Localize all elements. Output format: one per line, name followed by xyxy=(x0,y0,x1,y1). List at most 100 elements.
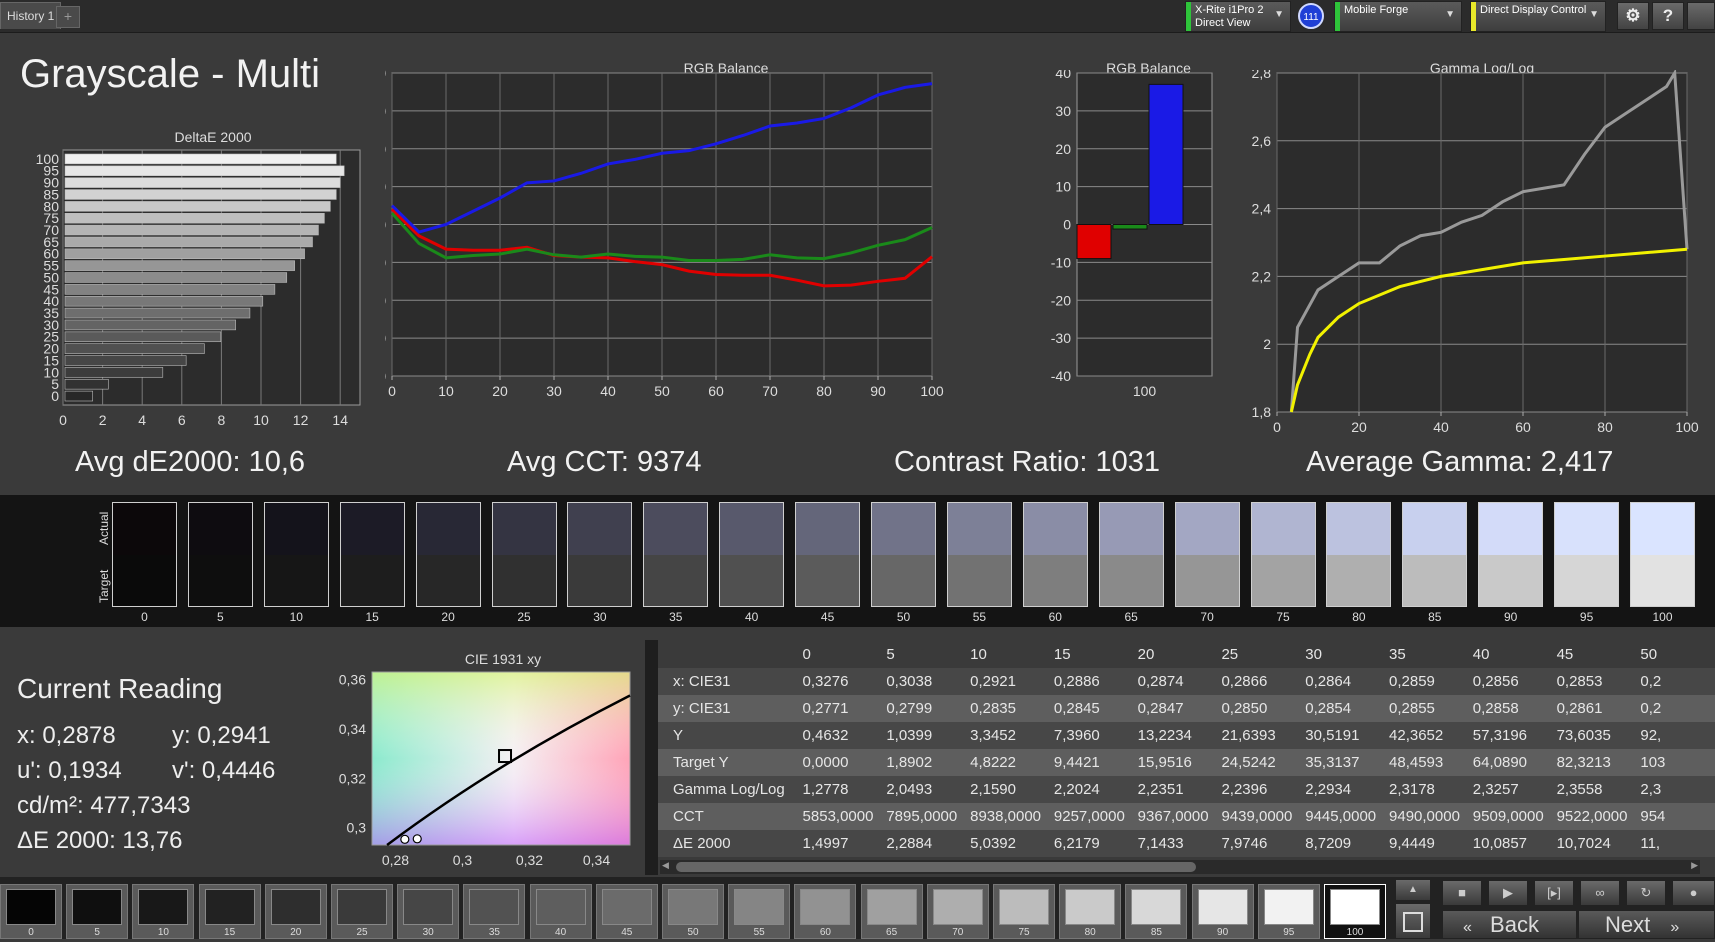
patch-color xyxy=(932,889,983,925)
table-horizontal-scrollbar[interactable]: ◀ ▶ xyxy=(660,860,1700,874)
patch-button-95[interactable]: 95 xyxy=(1257,884,1320,939)
header-cell: 25 xyxy=(1221,640,1306,668)
scroll-left-icon[interactable]: ◀ xyxy=(662,860,669,871)
x-tick-label: 0,3 xyxy=(453,852,473,868)
display-control-dropdown[interactable]: Direct Display Control ▼ xyxy=(1470,1,1606,32)
swatch-30 xyxy=(567,502,633,607)
patch-label: 55 xyxy=(753,927,765,938)
header-cell: 10 xyxy=(970,640,1054,668)
row-label: Target Y xyxy=(658,749,803,776)
table-row: ΔE 2000 1,4997 2,2884 5,0392 6,2179 7,1433 7,9… xyxy=(658,830,1715,857)
swatch-40 xyxy=(719,502,785,607)
badge-111[interactable]: 111 xyxy=(1298,3,1324,29)
patch-button-70[interactable]: 70 xyxy=(926,884,989,939)
patch-button-0[interactable]: 0 xyxy=(0,884,62,939)
more-button[interactable] xyxy=(1687,2,1715,30)
table-cell: 30,5191 xyxy=(1305,722,1390,749)
cie-xy-chart: 0,28 0,3 0,32 0,34 0,36 0,34 0,32 0,3 xyxy=(339,671,631,868)
help-button[interactable]: ? xyxy=(1652,2,1684,30)
swatch-label: 30 xyxy=(593,610,607,624)
patch-button-90[interactable]: 90 xyxy=(1191,884,1254,939)
patch-button-85[interactable]: 85 xyxy=(1125,884,1188,939)
table-cell: 9257,0000 xyxy=(1053,803,1138,830)
scrollbar-thumb[interactable] xyxy=(676,862,1196,872)
patch-button-80[interactable]: 80 xyxy=(1059,884,1122,939)
patch-button-45[interactable]: 45 xyxy=(595,884,658,939)
y-tick-label: 0,32 xyxy=(339,770,366,786)
patch-color xyxy=(403,889,454,925)
patch-button-15[interactable]: 15 xyxy=(198,884,261,939)
table-cell: 0,2861 xyxy=(1556,695,1641,722)
next-button[interactable]: Next » xyxy=(1578,910,1715,939)
x-tick-label: 50 xyxy=(654,383,670,399)
blue-bar xyxy=(1148,83,1184,225)
y-tick-label: 10 xyxy=(1055,179,1071,195)
patch-button-30[interactable]: 30 xyxy=(397,884,460,939)
loop-button[interactable]: ∞ xyxy=(1580,880,1620,906)
x-tick-label: 0 xyxy=(388,383,396,399)
patch-button-25[interactable]: 25 xyxy=(331,884,393,939)
tab-history-1[interactable]: History 1 xyxy=(0,2,62,29)
patch-color xyxy=(1065,889,1116,925)
patch-label: 75 xyxy=(1018,927,1030,938)
table-row: Y 0,4632 1,0399 3,3452 7,3960 13,2234 21,6393 3… xyxy=(658,722,1715,749)
y-tick-label: 0,3 xyxy=(347,820,367,836)
patch-button-65[interactable]: 65 xyxy=(860,884,923,939)
target-color xyxy=(416,554,480,606)
patch-label: 35 xyxy=(488,927,500,938)
patch-button-40[interactable]: 40 xyxy=(529,884,592,939)
target-color xyxy=(644,554,708,606)
deltae-chart: 0 2 4 6 8 10 12 1405101520253035404550556065707… xyxy=(36,149,361,428)
target-color xyxy=(796,554,860,606)
swatch-label: 65 xyxy=(1124,610,1138,624)
y-tick-label: 0,34 xyxy=(339,721,366,737)
y-tick-label: 2,4 xyxy=(1252,201,1272,217)
swatch-label: 5 xyxy=(217,610,224,624)
settings-button[interactable]: ⚙ xyxy=(1617,2,1649,30)
stop-button[interactable]: ■ xyxy=(1442,880,1482,906)
add-tab-button[interactable]: + xyxy=(56,6,80,28)
red-bar xyxy=(1076,224,1112,260)
patch-button-75[interactable]: 75 xyxy=(993,884,1055,939)
patch-button-100[interactable]: 100 xyxy=(1324,884,1386,939)
target-color xyxy=(720,554,784,606)
actual-color xyxy=(1631,503,1694,555)
scroll-up-button[interactable]: ▲ xyxy=(1395,879,1431,901)
patch-button-5[interactable]: 5 xyxy=(66,884,129,939)
patch-button-50[interactable]: 50 xyxy=(662,884,724,939)
table-cell: 9367,0000 xyxy=(1137,803,1222,830)
refresh-button[interactable]: ↻ xyxy=(1626,880,1666,906)
x-tick-label: 30 xyxy=(546,383,562,399)
patch-color xyxy=(270,889,321,925)
current-reading-title: Current Reading xyxy=(17,673,223,704)
patch-button-20[interactable]: 20 xyxy=(264,884,327,939)
patch-button-55[interactable]: 55 xyxy=(728,884,791,939)
header-cell: 20 xyxy=(1137,640,1222,668)
measure-stop-button[interactable] xyxy=(1395,903,1431,939)
back-button[interactable]: « Back xyxy=(1442,910,1577,939)
play-button[interactable]: ▶ xyxy=(1488,880,1528,906)
row-label: ΔE 2000 xyxy=(658,830,803,857)
y-tick-label: 30 xyxy=(385,103,386,119)
swatch-80 xyxy=(1326,502,1392,607)
cie-gamut-overlay xyxy=(371,671,631,846)
scroll-right-icon[interactable]: ▶ xyxy=(1691,860,1698,871)
x-tick-label: 60 xyxy=(708,383,724,399)
avg-cct-summary: Avg CCT: 9374 xyxy=(507,446,702,478)
actual-color xyxy=(1251,503,1315,555)
patch-button-10[interactable]: 10 xyxy=(132,884,195,939)
patch-button-60[interactable]: 60 xyxy=(794,884,857,939)
actual-color xyxy=(1327,503,1391,555)
table-cell: 0,2859 xyxy=(1389,668,1473,695)
meter-dropdown[interactable]: X-Rite i1Pro 2 Direct View ▼ xyxy=(1185,1,1291,32)
range-measure-button[interactable]: [▸] xyxy=(1534,880,1574,906)
page-title: Grayscale - Multi xyxy=(20,52,321,96)
patch-color xyxy=(734,889,785,925)
patch-color xyxy=(72,889,123,925)
record-button[interactable]: ● xyxy=(1672,880,1715,906)
profile-dropdown[interactable]: Mobile Forge ▼ xyxy=(1334,1,1462,32)
target-color xyxy=(1327,554,1391,606)
target-color xyxy=(1251,554,1315,606)
patch-button-35[interactable]: 35 xyxy=(463,884,526,939)
swatch-label: 80 xyxy=(1352,610,1366,624)
